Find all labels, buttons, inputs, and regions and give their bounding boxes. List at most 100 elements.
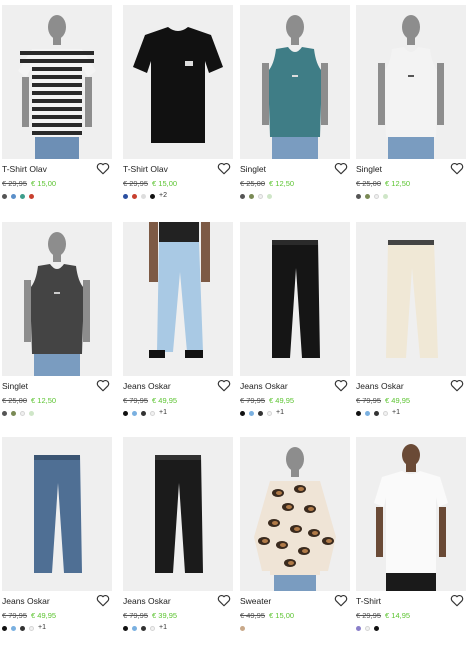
wishlist-button[interactable] <box>217 162 231 175</box>
color-swatch[interactable] <box>29 193 34 199</box>
product-card[interactable]: Jeans Oskar € 79,95 € 49,95 +1 <box>2 437 112 646</box>
product-card[interactable]: T-Shirt Olav € 29,95 € 15,00 <box>2 5 112 214</box>
color-swatch[interactable] <box>141 410 146 416</box>
wishlist-button[interactable] <box>217 594 231 607</box>
color-swatch[interactable] <box>20 625 25 631</box>
product-card[interactable]: Jeans Oskar € 79,95 € 49,95 +1 <box>123 222 233 431</box>
product-card[interactable]: Singlet € 25,00 € 12,50 <box>356 5 466 214</box>
product-image[interactable] <box>356 222 466 376</box>
product-name[interactable]: Singlet <box>356 164 382 175</box>
product-image[interactable] <box>2 222 112 376</box>
wishlist-button[interactable] <box>96 162 110 175</box>
product-name[interactable]: Singlet <box>2 381 28 392</box>
more-colors[interactable]: +1 <box>392 409 400 417</box>
product-name[interactable]: Jeans Oskar <box>123 381 171 392</box>
product-name[interactable]: Jeans Oskar <box>356 381 404 392</box>
color-swatch[interactable] <box>240 625 245 631</box>
product-card[interactable]: T-Shirt € 29,95 € 14,95 <box>356 437 466 646</box>
product-image[interactable] <box>123 437 233 591</box>
product-name[interactable]: T-Shirt Olav <box>2 164 47 175</box>
color-swatch[interactable] <box>141 625 146 631</box>
product-image[interactable] <box>2 5 112 159</box>
wishlist-button[interactable] <box>96 379 110 392</box>
color-swatch[interactable] <box>356 625 361 631</box>
color-swatch[interactable] <box>29 625 34 631</box>
color-swatch[interactable] <box>20 410 25 416</box>
color-swatch[interactable] <box>132 625 137 631</box>
product-image[interactable] <box>2 437 112 591</box>
color-swatch[interactable] <box>2 410 7 416</box>
color-swatch[interactable] <box>240 193 245 199</box>
product-name[interactable]: Jeans Oskar <box>2 596 50 607</box>
wishlist-button[interactable] <box>450 162 464 175</box>
color-swatch[interactable] <box>249 410 254 416</box>
color-swatch[interactable] <box>240 410 245 416</box>
wishlist-button[interactable] <box>450 379 464 392</box>
color-swatch[interactable] <box>267 193 272 199</box>
color-swatch[interactable] <box>365 193 370 199</box>
color-swatch[interactable] <box>249 193 254 199</box>
color-swatch[interactable] <box>356 410 361 416</box>
more-colors[interactable]: +1 <box>276 409 284 417</box>
wishlist-button[interactable] <box>334 379 348 392</box>
color-swatch[interactable] <box>29 410 34 416</box>
color-swatch[interactable] <box>383 193 388 199</box>
color-swatch[interactable] <box>374 410 379 416</box>
product-image[interactable] <box>123 222 233 376</box>
color-swatch[interactable] <box>141 193 146 199</box>
product-card[interactable]: T-Shirt Olav € 29,95 € 15,00 +2 <box>123 5 233 214</box>
more-colors[interactable]: +1 <box>38 624 46 632</box>
product-card[interactable]: Jeans Oskar € 79,95 € 49,95 +1 <box>240 222 350 431</box>
color-swatch[interactable] <box>2 625 7 631</box>
product-image[interactable] <box>356 437 466 591</box>
color-swatch[interactable] <box>374 625 379 631</box>
color-swatch[interactable] <box>132 193 137 199</box>
color-swatch[interactable] <box>356 193 361 199</box>
color-swatch[interactable] <box>2 193 7 199</box>
color-swatch[interactable] <box>11 625 16 631</box>
color-swatch[interactable] <box>258 410 263 416</box>
wishlist-button[interactable] <box>96 594 110 607</box>
product-image[interactable] <box>240 437 350 591</box>
color-swatch[interactable] <box>365 410 370 416</box>
color-swatch[interactable] <box>258 193 263 199</box>
color-swatch[interactable] <box>374 193 379 199</box>
product-card[interactable]: Jeans Oskar € 79,95 € 39,95 +1 <box>123 437 233 646</box>
more-colors[interactable]: +1 <box>159 624 167 632</box>
wishlist-button[interactable] <box>217 379 231 392</box>
color-swatch[interactable] <box>150 625 155 631</box>
product-name[interactable]: Sweater <box>240 596 271 607</box>
product-image[interactable] <box>240 222 350 376</box>
color-swatch[interactable] <box>150 410 155 416</box>
color-swatch[interactable] <box>150 193 155 199</box>
color-swatch[interactable] <box>11 410 16 416</box>
color-swatch[interactable] <box>383 410 388 416</box>
product-card[interactable]: Sweater € 49,95 € 15,00 <box>240 437 350 646</box>
product-name[interactable]: T-Shirt <box>356 596 381 607</box>
heart-icon <box>96 162 110 175</box>
color-swatch[interactable] <box>132 410 137 416</box>
wishlist-button[interactable] <box>334 162 348 175</box>
product-name[interactable]: Jeans Oskar <box>240 381 288 392</box>
product-name[interactable]: Singlet <box>240 164 266 175</box>
color-swatch[interactable] <box>267 410 272 416</box>
product-card[interactable]: Singlet € 25,00 € 12,50 <box>240 5 350 214</box>
product-card[interactable]: Singlet € 25,00 € 12,50 <box>2 222 112 431</box>
color-swatch[interactable] <box>11 193 16 199</box>
more-colors[interactable]: +1 <box>159 409 167 417</box>
color-swatch[interactable] <box>123 410 128 416</box>
product-image[interactable] <box>356 5 466 159</box>
product-name[interactable]: Jeans Oskar <box>123 596 171 607</box>
price-row: € 29,95 € 14,95 <box>356 611 410 621</box>
product-name[interactable]: T-Shirt Olav <box>123 164 168 175</box>
wishlist-button[interactable] <box>334 594 348 607</box>
product-card[interactable]: Jeans Oskar € 79,95 € 49,95 +1 <box>356 222 466 431</box>
color-swatch[interactable] <box>123 193 128 199</box>
product-image[interactable] <box>123 5 233 159</box>
color-swatch[interactable] <box>123 625 128 631</box>
product-image[interactable] <box>240 5 350 159</box>
color-swatch[interactable] <box>365 625 370 631</box>
more-colors[interactable]: +2 <box>159 192 167 200</box>
color-swatch[interactable] <box>20 193 25 199</box>
wishlist-button[interactable] <box>450 594 464 607</box>
